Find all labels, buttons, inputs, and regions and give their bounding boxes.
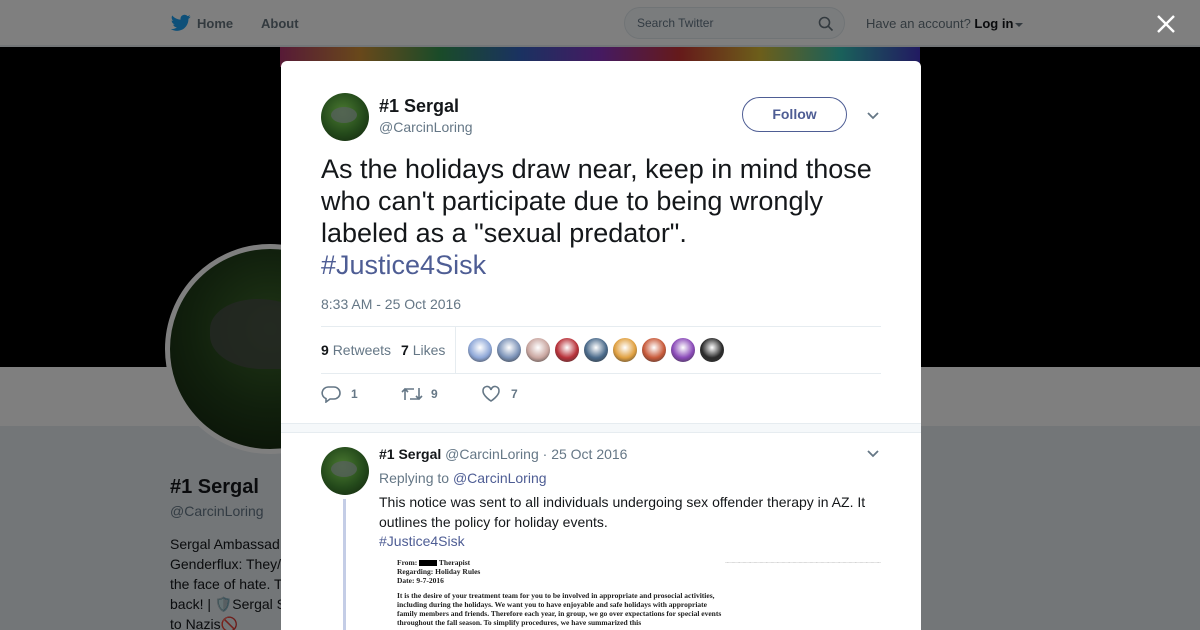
reply-hashtag[interactable]: #Justice4Sisk [379, 533, 465, 549]
retweets-count: 9 [321, 342, 329, 358]
liker-avatar[interactable] [496, 337, 522, 363]
reply-text: This notice was sent to all individuals … [379, 494, 866, 530]
thread-line [343, 499, 346, 630]
liker-avatar[interactable] [699, 337, 725, 363]
doc-regarding: Regarding: Holiday Rules [397, 567, 481, 576]
tweet-actions: 1 9 7 [321, 383, 621, 407]
retweets-stat[interactable]: 9 Retweets [321, 342, 391, 358]
likes-stat[interactable]: 7 Likes [401, 342, 445, 358]
like-count: 7 [511, 387, 518, 401]
document-left-page: From: Therapist Regarding: Holiday Rules… [397, 558, 727, 627]
chevron-down-icon[interactable] [867, 450, 879, 458]
liker-avatar[interactable] [554, 337, 580, 363]
tweet-text: As the holidays draw near, keep in mind … [321, 153, 881, 281]
retweets-label: Retweets [332, 342, 392, 358]
author-avatar[interactable] [321, 93, 369, 141]
liker-avatar[interactable] [612, 337, 638, 363]
tweet-timestamp[interactable]: 8:33 AM - 25 Oct 2016 [321, 296, 461, 312]
reply-header: #1 Sergal @CarcinLoring · 25 Oct 2016 [379, 446, 627, 462]
likes-count: 7 [401, 342, 409, 358]
liker-avatar[interactable] [583, 337, 609, 363]
close-icon[interactable] [1155, 13, 1177, 35]
liker-avatar[interactable] [467, 337, 493, 363]
replying-to: Replying to @CarcinLoring [379, 470, 547, 486]
author-handle[interactable]: @CarcinLoring [379, 119, 473, 135]
tweet-stats: 9 Retweets 7 Likes [321, 326, 881, 374]
heart-icon [482, 385, 500, 402]
reply-date[interactable]: · 25 Oct 2016 [543, 446, 628, 462]
liker-avatar[interactable] [670, 337, 696, 363]
follow-button[interactable]: Follow [742, 97, 847, 132]
tweet-modal: #1 Sergal @CarcinLoring Follow As the ho… [281, 61, 921, 630]
document-right-page: ........................................… [725, 560, 881, 564]
retweet-icon [401, 387, 423, 401]
doc-date: Date: 9-7-2016 [397, 576, 444, 585]
attached-document-image[interactable]: From: Therapist Regarding: Holiday Rules… [381, 558, 881, 630]
replying-to-link[interactable]: @CarcinLoring [453, 470, 547, 486]
reply-author-handle[interactable]: @CarcinLoring [445, 446, 539, 462]
liker-avatar[interactable] [525, 337, 551, 363]
doc-from-line: From: Therapist [397, 558, 727, 567]
doc-body: It is the desire of your treatment team … [397, 591, 722, 627]
chevron-down-icon[interactable] [867, 112, 879, 120]
redaction-bar [419, 560, 438, 567]
reply-author-avatar[interactable] [321, 447, 369, 495]
likes-label: Likes [412, 342, 446, 358]
replying-prefix: Replying to [379, 470, 450, 486]
doc-from: From: [397, 558, 418, 567]
reply-author-name[interactable]: #1 Sergal [379, 446, 441, 462]
author-name[interactable]: #1 Sergal [379, 96, 459, 117]
doc-from-role: Therapist [438, 558, 471, 567]
conversation-separator [281, 423, 921, 433]
tweet-hashtag[interactable]: #Justice4Sisk [321, 250, 486, 280]
reply-count: 1 [351, 387, 358, 401]
reply-icon [321, 386, 341, 403]
tweet-body: As the holidays draw near, keep in mind … [321, 154, 872, 248]
retweet-count: 9 [431, 387, 438, 401]
liker-avatar[interactable] [641, 337, 667, 363]
stats-divider [455, 327, 456, 374]
